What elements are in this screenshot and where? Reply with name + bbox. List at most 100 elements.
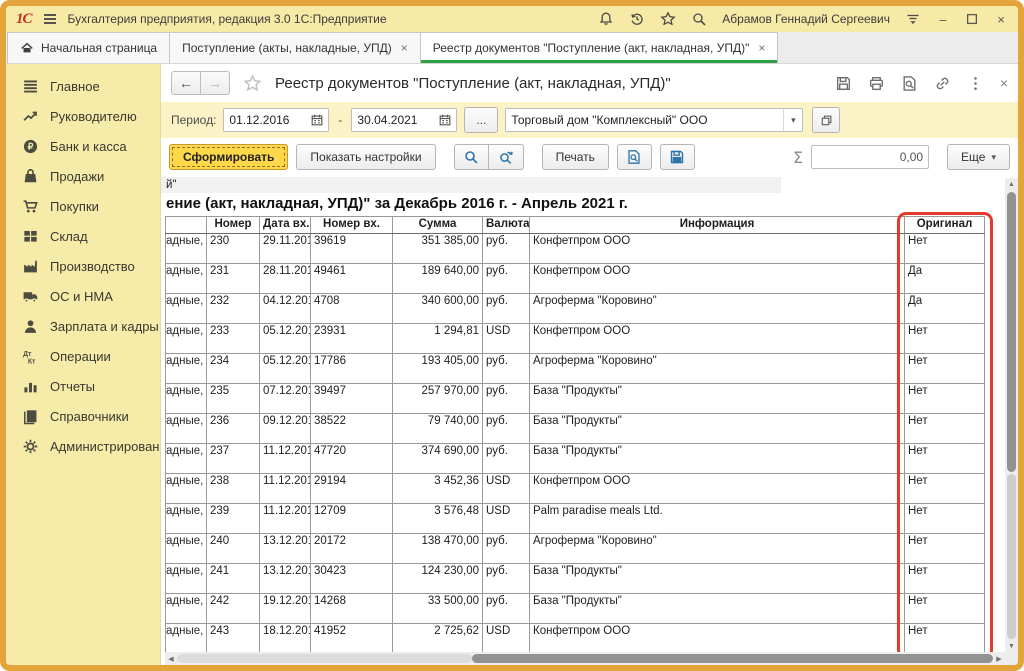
report-cell[interactable]: адные,	[166, 564, 207, 594]
report-cell[interactable]: адные,	[166, 234, 207, 264]
report-cell[interactable]: адные,	[166, 384, 207, 414]
report-cell[interactable]: Конфетпром ООО	[530, 324, 905, 354]
report-cell[interactable]: 47720	[311, 444, 393, 474]
print-preview-icon[interactable]	[901, 75, 918, 92]
report-cell[interactable]: 239	[207, 504, 260, 534]
report-cell[interactable]: 233	[207, 324, 260, 354]
period-from-input[interactable]	[224, 113, 306, 127]
scroll-down-icon[interactable]: ▼	[1005, 640, 1018, 652]
report-cell[interactable]: 33 500,00	[393, 594, 483, 624]
report-cell[interactable]: Palm paradise meals Ltd.	[530, 504, 905, 534]
report-column-header[interactable]	[166, 217, 207, 234]
report-cell[interactable]: 240	[207, 534, 260, 564]
search-icon[interactable]	[691, 11, 707, 27]
sidebar-item-zarplata-i-kadry[interactable]: Зарплата и кадры	[6, 311, 160, 341]
report-cell[interactable]: 11.12.2016	[260, 444, 311, 474]
report-cell[interactable]: 238	[207, 474, 260, 504]
scroll-right-icon[interactable]: ▶	[993, 655, 1005, 663]
report-cell[interactable]: Нет	[905, 234, 985, 264]
tab-close-icon[interactable]: ×	[758, 41, 765, 55]
report-cell[interactable]: 2 725,62	[393, 624, 483, 654]
report-cell[interactable]: Агроферма "Коровино"	[530, 354, 905, 384]
report-cell[interactable]: Нет	[905, 564, 985, 594]
report-cell[interactable]: 29194	[311, 474, 393, 504]
calendar-icon[interactable]	[434, 109, 456, 131]
report-cell[interactable]: адные,	[166, 624, 207, 654]
sidebar-item-bank-i-kassa[interactable]: ₽Банк и касса	[6, 131, 160, 161]
report-cell[interactable]: База "Продукты"	[530, 564, 905, 594]
report-column-header[interactable]: Номер	[207, 217, 260, 234]
report-cell[interactable]: 3 576,48	[393, 504, 483, 534]
report-column-header[interactable]: Информация	[530, 217, 905, 234]
notifications-bell-icon[interactable]	[598, 11, 614, 27]
report-cell[interactable]: адные,	[166, 324, 207, 354]
calendar-icon[interactable]	[306, 109, 328, 131]
report-cell[interactable]: Нет	[905, 414, 985, 444]
report-cell[interactable]: 232	[207, 294, 260, 324]
report-cell[interactable]: 230	[207, 234, 260, 264]
report-cell[interactable]: База "Продукты"	[530, 384, 905, 414]
close-window-button[interactable]: ×	[994, 12, 1008, 26]
report-cell[interactable]: 39619	[311, 234, 393, 264]
report-cell[interactable]: База "Продукты"	[530, 594, 905, 624]
maximize-button[interactable]	[965, 12, 979, 26]
report-cell[interactable]: 07.12.2016	[260, 384, 311, 414]
report-cell[interactable]: руб.	[483, 444, 530, 474]
report-cell[interactable]: адные,	[166, 264, 207, 294]
open-organization-button[interactable]	[812, 107, 840, 133]
report-cell[interactable]: 14268	[311, 594, 393, 624]
back-button[interactable]: ←	[171, 71, 201, 95]
report-cell[interactable]: 20172	[311, 534, 393, 564]
report-cell[interactable]: 28.11.2016	[260, 264, 311, 294]
report-cell[interactable]: 138 470,00	[393, 534, 483, 564]
report-cell[interactable]: 340 600,00	[393, 294, 483, 324]
horizontal-scroll-track[interactable]	[177, 654, 472, 663]
more-kebab-icon[interactable]	[967, 75, 984, 92]
report-cell[interactable]: 231	[207, 264, 260, 294]
favorites-star-icon[interactable]	[660, 11, 676, 27]
report-cell[interactable]: 234	[207, 354, 260, 384]
report-cell[interactable]: 79 740,00	[393, 414, 483, 444]
report-cell[interactable]: База "Продукты"	[530, 444, 905, 474]
report-cell[interactable]: 374 690,00	[393, 444, 483, 474]
chevron-down-icon[interactable]: ▾	[783, 109, 802, 131]
report-cell[interactable]: 4708	[311, 294, 393, 324]
report-column-header[interactable]: Номер вх.	[311, 217, 393, 234]
service-settings-icon[interactable]	[905, 11, 921, 27]
report-cell[interactable]: 19.12.2016	[260, 594, 311, 624]
report-cell[interactable]: адные,	[166, 534, 207, 564]
find-next-button[interactable]	[489, 144, 524, 170]
save-report-button[interactable]	[660, 144, 695, 170]
main-menu-icon[interactable]	[42, 11, 58, 27]
report-cell[interactable]: Конфетпром ООО	[530, 624, 905, 654]
sidebar-item-spravochniki[interactable]: Справочники	[6, 401, 160, 431]
autosum-input[interactable]	[812, 150, 928, 164]
report-cell[interactable]: 38522	[311, 414, 393, 444]
report-cell[interactable]: USD	[483, 624, 530, 654]
period-to-input[interactable]	[352, 113, 434, 127]
report-cell[interactable]: руб.	[483, 264, 530, 294]
report-cell[interactable]: 04.12.2016	[260, 294, 311, 324]
report-cell[interactable]: Да	[905, 294, 985, 324]
report-cell[interactable]: Нет	[905, 624, 985, 654]
report-cell[interactable]: Нет	[905, 384, 985, 414]
sidebar-item-glavnoe[interactable]: Главное	[6, 71, 160, 101]
report-spreadsheet[interactable]: й" ение (акт, накладная, УПД)" за Декабр…	[161, 176, 1018, 665]
horizontal-scrollbar[interactable]: ◀ ▶	[165, 652, 1005, 665]
minimize-button[interactable]: –	[936, 12, 950, 26]
report-cell[interactable]: 193 405,00	[393, 354, 483, 384]
sidebar-item-prodazhi[interactable]: Продажи	[6, 161, 160, 191]
report-cell[interactable]: Нет	[905, 444, 985, 474]
current-user[interactable]: Абрамов Геннадий Сергеевич	[722, 12, 890, 26]
report-cell[interactable]: USD	[483, 504, 530, 534]
report-cell[interactable]: Агроферма "Коровино"	[530, 294, 905, 324]
report-cell[interactable]: руб.	[483, 294, 530, 324]
report-cell[interactable]: адные,	[166, 354, 207, 384]
print-icon[interactable]	[868, 75, 885, 92]
get-link-icon[interactable]	[934, 75, 951, 92]
report-cell[interactable]: адные,	[166, 474, 207, 504]
report-title-line[interactable]: ение (акт, накладная, УПД)" за Декабрь 2…	[161, 194, 1018, 216]
sidebar-item-administrirovanie[interactable]: Администрирование	[6, 431, 160, 461]
report-cell[interactable]: 11.12.2016	[260, 474, 311, 504]
find-button[interactable]	[454, 144, 489, 170]
